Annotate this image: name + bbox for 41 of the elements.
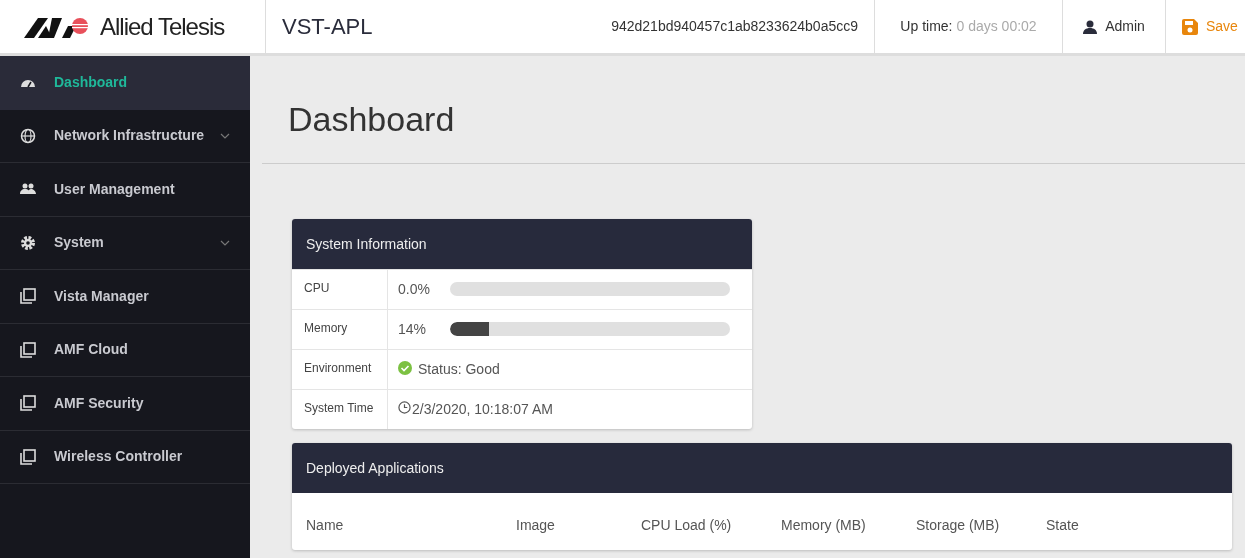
user-menu[interactable]: Admin (1083, 16, 1145, 37)
windows-icon (20, 395, 36, 412)
sidebar-item[interactable]: Dashboard (0, 56, 250, 110)
settings-icon (20, 234, 36, 251)
column-header: Image (515, 516, 556, 535)
column-header: Memory (MB) (780, 516, 867, 535)
uptime-value: 0 days 00:02 (956, 17, 1037, 36)
brand-name: Allied Telesis (100, 11, 225, 42)
column-header: Name (305, 516, 345, 535)
column-header: State (1045, 516, 1080, 535)
windows-icon (20, 288, 36, 305)
column-header: Storage (MB) (915, 516, 1001, 535)
sidebar-item[interactable]: System (0, 216, 250, 270)
row-label: Environment (292, 350, 388, 389)
sidebar-item[interactable]: Network Infrastructure (0, 109, 250, 163)
clock-icon (398, 401, 411, 414)
row-value: Status: Good (418, 360, 500, 379)
row-value: 0.0% (398, 280, 431, 299)
device-name: VST-APL (265, 0, 596, 53)
windows-icon (20, 448, 36, 465)
save-icon (1182, 18, 1198, 35)
column-header: CPU Load (%) (640, 516, 733, 535)
sidebar-item[interactable]: AMF Cloud (0, 323, 250, 377)
sidebar-item[interactable]: AMF Security (0, 377, 250, 431)
uptime-label: Up time: (900, 17, 953, 36)
sidebar-item[interactable]: Wireless Controller (0, 430, 250, 484)
sidebar-item[interactable]: Vista Manager (0, 270, 250, 324)
row-label: CPU (292, 270, 388, 309)
page-title: Dashboard (262, 56, 1245, 164)
sidebar-item[interactable]: User Management (0, 163, 250, 217)
row-value: 14% (398, 320, 428, 339)
user-icon (1083, 19, 1098, 34)
globe-icon (20, 127, 36, 144)
card-title: Deployed Applications (292, 443, 1232, 493)
row-value: 2/3/2020, 10:18:07 AM (412, 400, 553, 419)
row-label: System Time (292, 390, 388, 429)
windows-icon (20, 341, 36, 358)
check-icon (398, 361, 412, 375)
row-label: Memory (292, 310, 388, 349)
card-title: System Information (292, 219, 752, 269)
device-id: 942d21bd940457c1ab8233624b0a5cc9 (610, 17, 859, 36)
